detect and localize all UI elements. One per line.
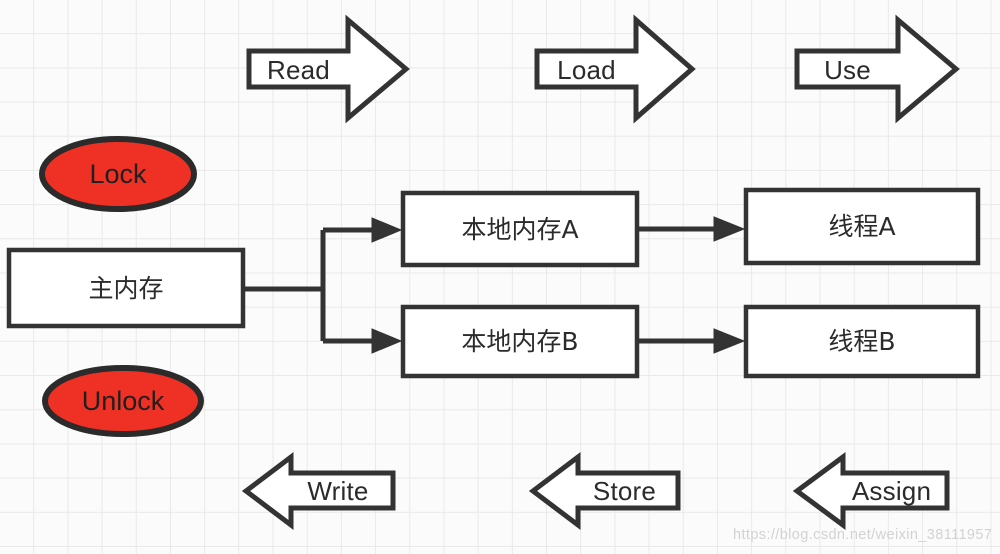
pill-lock bbox=[39, 136, 197, 212]
connector-localB-to-threadB bbox=[639, 328, 746, 354]
box-main-memory bbox=[6, 247, 246, 329]
bottom-arrow-write bbox=[241, 451, 396, 531]
diagram-canvas: Read Load Use Write Store Assign Lock Un… bbox=[0, 0, 1000, 554]
top-arrow-load bbox=[534, 14, 696, 124]
bottom-arrow-assign bbox=[792, 452, 950, 530]
diagram-vector-layer bbox=[6, 14, 981, 531]
top-arrow-use bbox=[794, 14, 960, 124]
connector-main-to-locals bbox=[245, 217, 403, 354]
box-local-memory-a bbox=[400, 190, 640, 268]
watermark: https://blog.csdn.net/weixin_38111957 bbox=[733, 527, 993, 543]
pill-unlock bbox=[42, 365, 204, 437]
top-arrow-read bbox=[246, 14, 410, 124]
box-thread-a bbox=[743, 187, 981, 266]
connector-localA-to-threadA bbox=[639, 216, 746, 242]
box-thread-b bbox=[743, 304, 981, 379]
bottom-arrow-store bbox=[528, 451, 681, 531]
box-local-memory-b bbox=[400, 304, 640, 379]
